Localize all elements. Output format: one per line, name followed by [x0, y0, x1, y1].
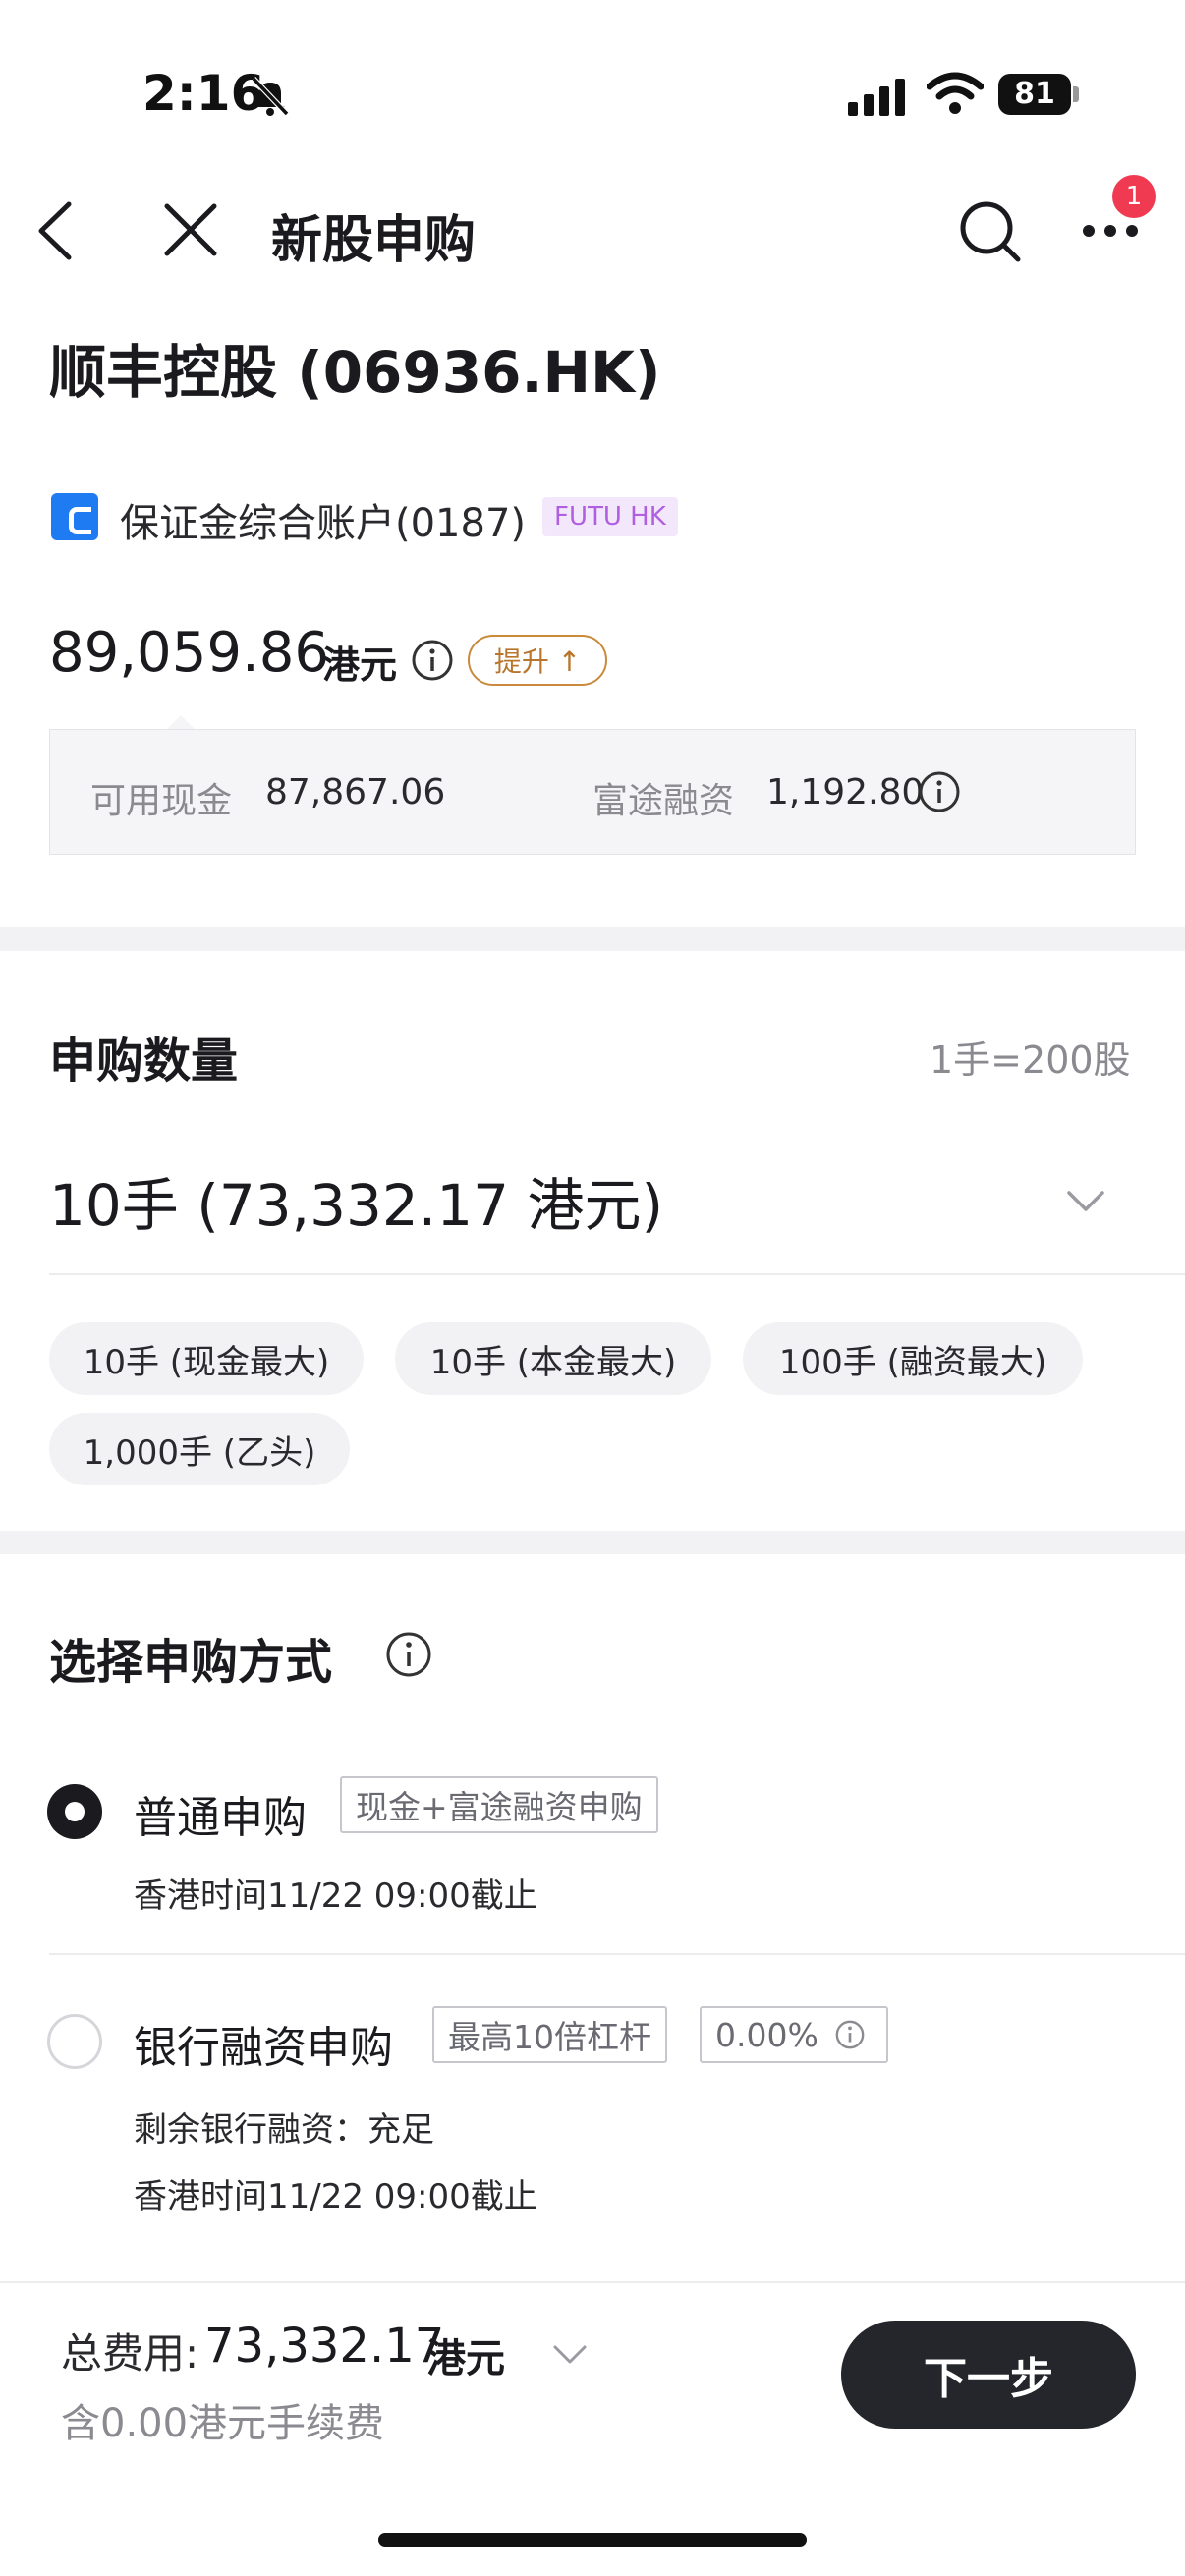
remaining-financing-text: 剩余银行融资：充足	[134, 2110, 434, 2150]
search-icon[interactable]	[955, 196, 1024, 265]
financing-label: 富途融资	[592, 781, 735, 821]
section-divider	[0, 927, 1185, 951]
total-value: 73,332.17	[204, 2319, 445, 2374]
account-icon	[51, 493, 98, 540]
signal-icon	[848, 79, 905, 116]
page-title: 新股申购	[271, 211, 477, 270]
rate-value: 0.00%	[715, 2015, 818, 2054]
quantity-title: 申购数量	[49, 1034, 239, 1089]
deadline-text: 香港时间11/22 09:00截止	[134, 1876, 537, 1916]
deadline-text: 香港时间11/22 09:00截止	[134, 2177, 537, 2216]
total-currency: 港元	[426, 2336, 505, 2381]
info-icon[interactable]	[411, 639, 454, 682]
radio-bank-financing[interactable]	[47, 2014, 102, 2069]
quantity-chip[interactable]: 100手 (融资最大)	[743, 1322, 1083, 1395]
lot-size-info: 1手=200股	[930, 1038, 1131, 1082]
back-icon[interactable]	[29, 196, 88, 265]
option-tag: 最高10倍杠杆	[432, 2006, 667, 2063]
stock-title: 顺丰控股 (06936.HK)	[49, 339, 661, 406]
battery-level: 81	[1014, 77, 1055, 111]
home-indicator[interactable]	[378, 2533, 807, 2547]
rate-tag[interactable]: 0.00%	[700, 2006, 888, 2063]
quantity-selector[interactable]: 10手 (73,332.17 港元)	[49, 1159, 663, 1242]
cash-box-caret	[167, 715, 195, 729]
fee-note: 含0.00港元手续费	[61, 2401, 385, 2446]
divider	[49, 1953, 1185, 1955]
account-label[interactable]: 保证金综合账户(0187)	[120, 491, 526, 548]
cash-label: 可用现金	[90, 781, 233, 821]
option-title[interactable]: 普通申购	[134, 1782, 307, 1845]
cash-value: 87,867.06	[265, 772, 446, 812]
quantity-chip[interactable]: 1,000手 (乙头)	[49, 1413, 350, 1485]
close-icon[interactable]	[155, 195, 226, 265]
upgrade-button[interactable]: 提升 ↑	[468, 635, 607, 686]
option-title[interactable]: 银行融资申购	[134, 2012, 393, 2075]
radio-normal-subscription[interactable]	[47, 1784, 102, 1839]
info-icon[interactable]	[918, 770, 961, 813]
bell-muted-icon	[251, 76, 290, 117]
balance-value: 89,059.86	[49, 621, 330, 685]
section-divider	[0, 1531, 1185, 1554]
financing-value: 1,192.80	[766, 772, 925, 812]
info-icon	[835, 2020, 865, 2049]
status-time: 2:16	[142, 65, 265, 122]
total-label: 总费用:	[61, 2329, 199, 2378]
notification-badge: 1	[1112, 175, 1156, 218]
chevron-down-icon[interactable]	[1065, 1189, 1106, 1214]
option-tag: 现金+富途融资申购	[340, 1776, 658, 1833]
battery-icon: 81	[998, 74, 1079, 115]
quantity-chip[interactable]: 10手 (现金最大)	[49, 1322, 364, 1395]
broker-tag: FUTU HK	[542, 497, 678, 536]
divider	[49, 1273, 1185, 1275]
chevron-down-icon[interactable]	[552, 2344, 588, 2366]
next-step-button[interactable]: 下一步	[841, 2321, 1136, 2429]
wifi-icon	[927, 72, 984, 114]
info-icon[interactable]	[385, 1631, 432, 1678]
quantity-chip[interactable]: 10手 (本金最大)	[395, 1322, 711, 1395]
balance-currency: 港元	[322, 644, 398, 687]
method-title: 选择申购方式	[49, 1635, 333, 1690]
